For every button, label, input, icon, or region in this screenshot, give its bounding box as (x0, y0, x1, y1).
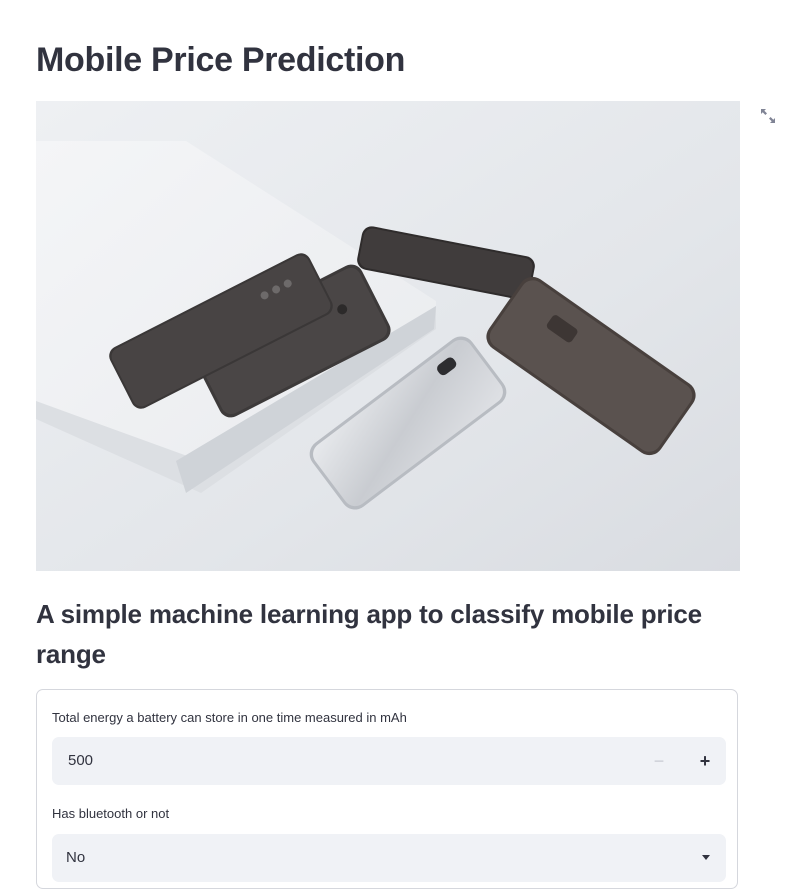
chevron-down-icon (702, 855, 710, 860)
bluetooth-select[interactable]: No (52, 834, 726, 882)
page-title: Mobile Price Prediction (36, 41, 406, 79)
increment-button[interactable]: + (684, 737, 726, 785)
battery-value[interactable]: 500 (68, 737, 93, 785)
fullscreen-button[interactable] (757, 105, 779, 127)
battery-label: Total energy a battery can store in one … (52, 710, 407, 725)
input-form: Total energy a battery can store in one … (36, 689, 738, 889)
bluetooth-label: Has bluetooth or not (52, 806, 170, 821)
bluetooth-value: No (66, 849, 86, 866)
hero-image (36, 101, 740, 571)
app-subtitle: A simple machine learning app to classif… (36, 599, 702, 669)
decrement-button[interactable]: − (638, 737, 680, 785)
battery-power-input[interactable]: 500 − + (52, 737, 726, 785)
expand-icon (761, 109, 775, 123)
